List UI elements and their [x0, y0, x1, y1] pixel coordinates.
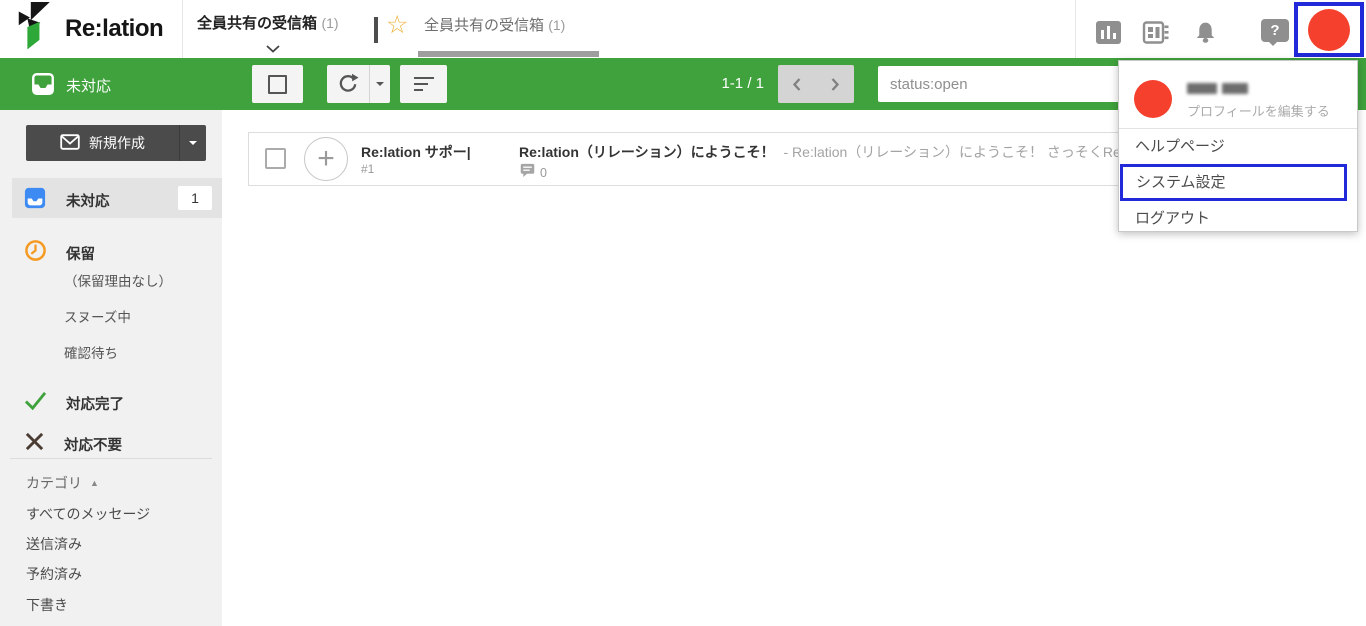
header-separator-right [1075, 0, 1076, 58]
avatar [1134, 80, 1172, 118]
refresh-button[interactable] [327, 65, 390, 103]
clock-icon [24, 239, 47, 267]
relation-logo-icon [16, 2, 56, 57]
comment-count: 0 [540, 166, 547, 180]
menu-item-help-page[interactable]: ヘルプページ [1119, 129, 1357, 165]
sort-button[interactable] [400, 65, 447, 103]
sidebar-item-label: 対応不要 [64, 434, 122, 455]
toolbar-status-label: 未対応 [66, 75, 111, 96]
profile-dropdown-menu: プロフィールを編集する ヘルプページ システム設定 ログアウト [1118, 60, 1358, 232]
sidebar-item-hold-no-reason[interactable]: （保留理由なし） [64, 270, 172, 290]
inbox-selector-count: (1) [321, 15, 338, 31]
inbox-tray-icon [30, 71, 56, 102]
refresh-dropdown-caret[interactable] [370, 65, 390, 103]
prev-page-button[interactable] [778, 65, 816, 103]
sidebar-item-sent[interactable]: 送信済み [26, 534, 82, 554]
profile-avatar-button[interactable] [1294, 2, 1364, 57]
help-icon[interactable]: ? [1261, 19, 1289, 42]
tab-shared-inbox[interactable]: 全員共有の受信箱 (1) [424, 14, 565, 35]
sidebar-item-no-action[interactable]: 対応不要 [24, 431, 122, 457]
next-page-button[interactable] [816, 65, 854, 103]
message-sender: Re:lation サポー| [361, 142, 471, 162]
sidebar-divider [10, 458, 212, 459]
refresh-icon[interactable] [328, 65, 370, 103]
tab-count: (1) [548, 17, 565, 33]
inbox-selector-label: 全員共有の受信箱 [197, 15, 317, 32]
untreated-count-badge: 1 [178, 186, 212, 210]
row-checkbox[interactable] [265, 148, 286, 169]
sidebar-item-hold[interactable]: 保留 [24, 239, 95, 267]
sidebar-item-scheduled[interactable]: 予約済み [26, 564, 82, 584]
stats-icon[interactable] [1095, 20, 1122, 50]
app-window: Re:lation 全員共有の受信箱 (1) ☆ 全員共有の受信箱 (1) [0, 0, 1366, 626]
avatar [1308, 9, 1350, 51]
checkmark-icon [24, 390, 47, 416]
sidebar-item-drafts[interactable]: 下書き [26, 595, 68, 615]
menu-item-logout[interactable]: ログアウト [1119, 201, 1357, 233]
select-all-button[interactable] [252, 65, 303, 103]
top-header: Re:lation 全員共有の受信箱 (1) ☆ 全員共有の受信箱 (1) [0, 0, 1366, 58]
tab-label: 全員共有の受信箱 [424, 17, 544, 34]
sidebar-item-untreated[interactable]: 未対応 1 [12, 178, 222, 218]
sort-icon [414, 77, 434, 92]
active-tab-underline [418, 51, 599, 57]
sidebar-item-label: 対応完了 [66, 393, 124, 414]
sidebar-item-awaiting-confirm[interactable]: 確認待ち [64, 342, 118, 362]
category-section-header[interactable]: カテゴリ ▲ [26, 473, 99, 493]
compose-label: 新規作成 [89, 133, 145, 153]
sidebar-item-snoozed[interactable]: スヌーズ中 [64, 306, 131, 326]
caret-down-icon [376, 82, 384, 90]
sidebar-item-all-messages[interactable]: すべてのメッセージ [26, 504, 150, 524]
caret-down-icon [189, 141, 197, 149]
category-header-label: カテゴリ [26, 475, 82, 491]
user-name-redacted [1187, 83, 1248, 94]
inbox-selector[interactable]: 全員共有の受信箱 (1) [197, 12, 339, 33]
sidebar-item-label: 保留 [66, 243, 95, 264]
dashboard-icon[interactable] [1142, 20, 1170, 50]
inbox-tray-icon [24, 187, 46, 214]
relation-logo[interactable]: Re:lation [16, 5, 163, 53]
sidebar-item-done[interactable]: 対応完了 [24, 390, 124, 416]
header-separator [182, 0, 183, 58]
comment-bubble-icon [520, 162, 535, 183]
notifications-bell-icon[interactable] [1192, 20, 1219, 50]
select-checkbox-icon [268, 75, 287, 94]
tab-divider [374, 17, 378, 43]
sidebar: 新規作成 未対応 1 保留 [0, 110, 222, 626]
pagination-label: 1-1 / 1 [664, 58, 764, 110]
chevron-down-icon[interactable] [266, 40, 280, 58]
comment-indicator: 0 [520, 162, 547, 183]
sidebar-item-label: 未対応 [66, 190, 110, 211]
logo-text: Re:lation [65, 15, 163, 43]
ticket-id: #1 [361, 162, 374, 176]
assign-add-button[interactable]: + [304, 137, 348, 181]
envelope-icon [60, 134, 80, 153]
x-mark-icon [24, 431, 45, 457]
edit-profile-link[interactable]: プロフィールを編集する [1187, 101, 1330, 120]
favorite-star-icon[interactable]: ☆ [386, 11, 408, 39]
message-subject: Re:lation（リレーション）にようこそ！ [519, 144, 775, 160]
compose-button[interactable]: 新規作成 [26, 125, 206, 161]
compose-dropdown-caret[interactable] [179, 125, 206, 161]
triangle-up-icon: ▲ [90, 478, 99, 488]
menu-item-system-settings[interactable]: システム設定 [1120, 164, 1347, 201]
message-preview: - Re:lation（リレーション）にようこそ！ さっそくRe:latio [784, 144, 1151, 160]
pager [778, 65, 854, 103]
